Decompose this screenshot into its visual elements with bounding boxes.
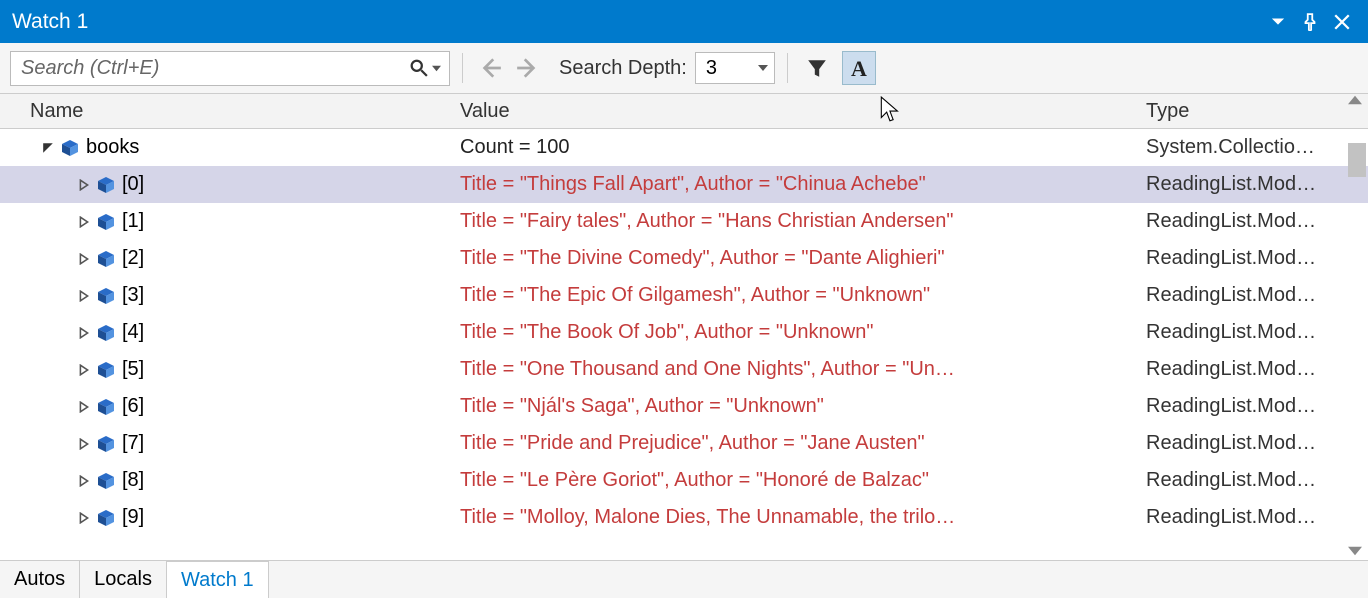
expander-icon[interactable] bbox=[78, 438, 90, 450]
depth-select[interactable]: 3 bbox=[695, 52, 775, 84]
item-value: Title = "Fairy tales", Author = "Hans Ch… bbox=[450, 210, 1136, 233]
toolbar: Search Depth: 3 A bbox=[0, 43, 1368, 93]
root-row[interactable]: books Count = 100 System.Collectio… bbox=[0, 129, 1368, 166]
tab-autos[interactable]: Autos bbox=[0, 561, 80, 598]
window-menu-icon[interactable] bbox=[1264, 8, 1292, 36]
item-name: [8] bbox=[122, 469, 144, 492]
item-value: Title = "The Divine Comedy", Author = "D… bbox=[450, 247, 1136, 270]
item-type: ReadingList.Mod… bbox=[1136, 469, 1368, 492]
close-icon[interactable] bbox=[1328, 8, 1356, 36]
object-icon bbox=[96, 175, 116, 195]
svg-text:A: A bbox=[851, 56, 867, 80]
expander-icon[interactable] bbox=[42, 142, 54, 154]
window-title: Watch 1 bbox=[12, 10, 1260, 34]
object-icon bbox=[60, 138, 80, 158]
tab-watch1[interactable]: Watch 1 bbox=[167, 561, 269, 598]
text-filter-button[interactable]: A bbox=[842, 51, 876, 85]
separator bbox=[787, 53, 788, 83]
item-value: Title = "Molloy, Malone Dies, The Unnama… bbox=[450, 506, 1136, 529]
expander-icon[interactable] bbox=[78, 253, 90, 265]
table-row[interactable]: [8] Title = "Le Père Goriot", Author = "H… bbox=[0, 462, 1368, 499]
expander-icon[interactable] bbox=[78, 216, 90, 228]
root-type: System.Collectio… bbox=[1136, 136, 1368, 159]
scrollbar-thumb[interactable] bbox=[1348, 143, 1366, 177]
object-icon bbox=[96, 212, 116, 232]
column-name[interactable]: Name bbox=[0, 100, 450, 123]
titlebar: Watch 1 bbox=[0, 0, 1368, 43]
object-icon bbox=[96, 397, 116, 417]
root-name: books bbox=[86, 136, 139, 159]
table-row[interactable]: [1] Title = "Fairy tales", Author = "Hans… bbox=[0, 203, 1368, 240]
object-icon bbox=[96, 434, 116, 454]
item-name: [6] bbox=[122, 395, 144, 418]
item-type: ReadingList.Mod… bbox=[1136, 284, 1368, 307]
tab-bar: Autos Locals Watch 1 bbox=[0, 560, 1368, 598]
item-value: Title = "Njál's Saga", Author = "Unknown… bbox=[450, 395, 1136, 418]
item-type: ReadingList.Mod… bbox=[1136, 358, 1368, 381]
depth-value: 3 bbox=[706, 57, 717, 80]
item-name: [5] bbox=[122, 358, 144, 381]
object-icon bbox=[96, 508, 116, 528]
object-icon bbox=[96, 360, 116, 380]
expander-icon[interactable] bbox=[78, 401, 90, 413]
table-row[interactable]: [7] Title = "Pride and Prejudice", Author… bbox=[0, 425, 1368, 462]
object-icon bbox=[96, 323, 116, 343]
item-name: [3] bbox=[122, 284, 144, 307]
expander-icon[interactable] bbox=[78, 327, 90, 339]
search-box[interactable] bbox=[10, 51, 450, 86]
table-row[interactable]: [6] Title = "Njál's Saga", Author = "Unkn… bbox=[0, 388, 1368, 425]
item-name: [2] bbox=[122, 247, 144, 270]
item-value: Title = "The Epic Of Gilgamesh", Author … bbox=[450, 284, 1136, 307]
separator bbox=[462, 53, 463, 83]
rows-container: books Count = 100 System.Collectio… [0] T… bbox=[0, 129, 1368, 560]
item-type: ReadingList.Mod… bbox=[1136, 247, 1368, 270]
item-value: Title = "The Book Of Job", Author = "Unk… bbox=[450, 321, 1136, 344]
pin-icon[interactable] bbox=[1296, 8, 1324, 36]
root-value: Count = 100 bbox=[450, 136, 1136, 159]
object-icon bbox=[96, 249, 116, 269]
expander-icon[interactable] bbox=[78, 179, 90, 191]
item-value: Title = "Things Fall Apart", Author = "C… bbox=[450, 173, 1136, 196]
item-type: ReadingList.Mod… bbox=[1136, 321, 1368, 344]
table-row[interactable]: [3] Title = "The Epic Of Gilgamesh", Auth… bbox=[0, 277, 1368, 314]
item-type: ReadingList.Mod… bbox=[1136, 395, 1368, 418]
search-button[interactable] bbox=[402, 59, 449, 77]
scroll-up-icon[interactable] bbox=[1346, 93, 1364, 107]
table-row[interactable]: [9] Title = "Molloy, Malone Dies, The Unn… bbox=[0, 499, 1368, 536]
expander-icon[interactable] bbox=[78, 290, 90, 302]
nav-back-button[interactable] bbox=[475, 53, 505, 83]
column-value[interactable]: Value bbox=[450, 100, 1136, 123]
item-name: [1] bbox=[122, 210, 144, 233]
table-row[interactable]: [4] Title = "The Book Of Job", Author = "… bbox=[0, 314, 1368, 351]
expander-icon[interactable] bbox=[78, 475, 90, 487]
item-value: Title = "Pride and Prejudice", Author = … bbox=[450, 432, 1136, 455]
item-type: ReadingList.Mod… bbox=[1136, 506, 1368, 529]
tab-locals[interactable]: Locals bbox=[80, 561, 167, 598]
object-icon bbox=[96, 286, 116, 306]
item-name: [0] bbox=[122, 173, 144, 196]
item-name: [7] bbox=[122, 432, 144, 455]
item-type: ReadingList.Mod… bbox=[1136, 173, 1368, 196]
nav-forward-button[interactable] bbox=[513, 53, 543, 83]
item-name: [4] bbox=[122, 321, 144, 344]
grid-header: Name Value Type bbox=[0, 93, 1368, 129]
item-type: ReadingList.Mod… bbox=[1136, 432, 1368, 455]
column-type[interactable]: Type bbox=[1136, 100, 1368, 123]
watch-grid: Name Value Type books Count = 100 System… bbox=[0, 93, 1368, 560]
filter-button[interactable] bbox=[800, 51, 834, 85]
expander-icon[interactable] bbox=[78, 364, 90, 376]
item-type: ReadingList.Mod… bbox=[1136, 210, 1368, 233]
expander-icon[interactable] bbox=[78, 512, 90, 524]
table-row[interactable]: [5] Title = "One Thousand and One Nights"… bbox=[0, 351, 1368, 388]
scroll-down-icon[interactable] bbox=[1346, 544, 1364, 558]
depth-label: Search Depth: bbox=[559, 57, 687, 80]
item-value: Title = "One Thousand and One Nights", A… bbox=[450, 358, 1136, 381]
item-value: Title = "Le Père Goriot", Author = "Hono… bbox=[450, 469, 1136, 492]
search-input[interactable] bbox=[11, 57, 402, 80]
object-icon bbox=[96, 471, 116, 491]
table-row[interactable]: [2] Title = "The Divine Comedy", Author =… bbox=[0, 240, 1368, 277]
table-row[interactable]: [0] Title = "Things Fall Apart", Author =… bbox=[0, 166, 1368, 203]
item-name: [9] bbox=[122, 506, 144, 529]
